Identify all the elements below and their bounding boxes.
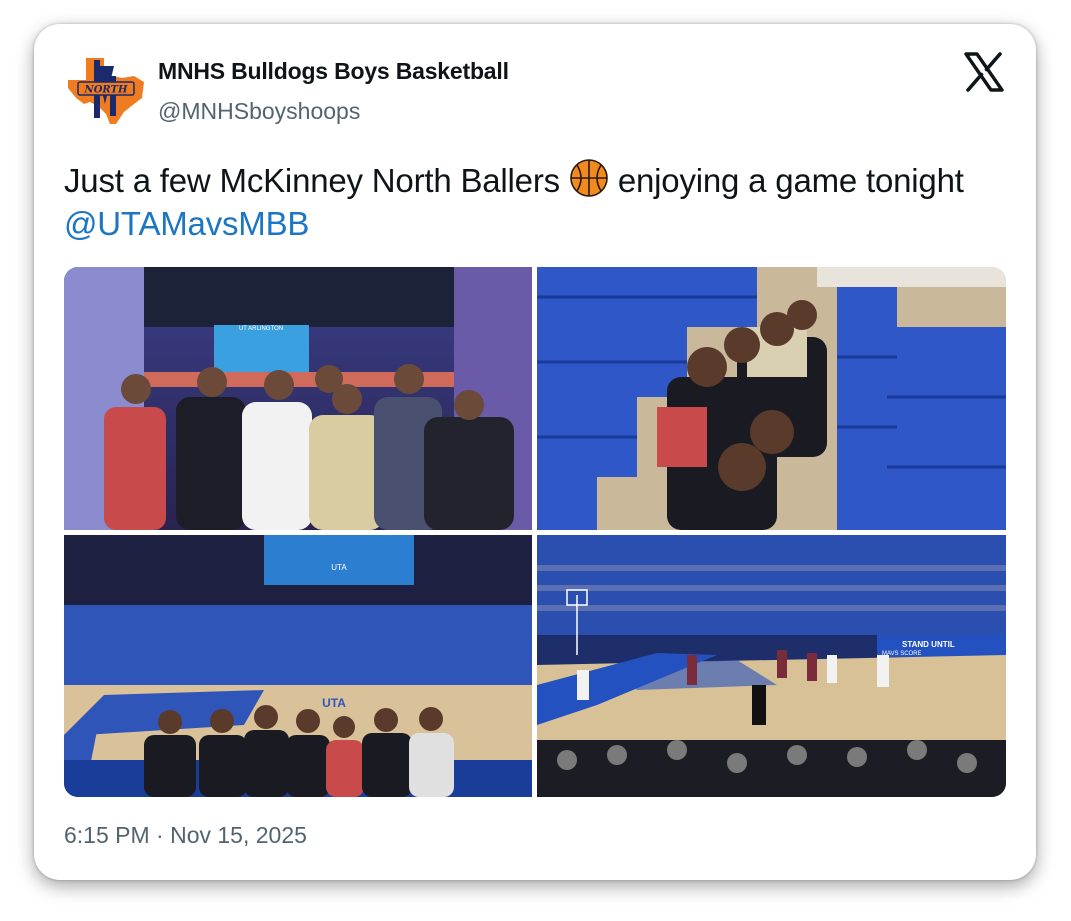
tweet-timestamp[interactable]: 6:15 PM · Nov 15, 2025	[64, 822, 307, 849]
photo3-floor-text: UTA	[322, 696, 346, 710]
photo-group-courtside[interactable]: UTA UTA	[64, 535, 532, 797]
basketball-emoji-icon	[569, 158, 609, 198]
photo4-banner-text: STAND UNTIL	[902, 640, 955, 649]
display-name[interactable]: MNHS Bulldogs Boys Basketball	[158, 58, 509, 85]
photo-seated-fans[interactable]	[537, 267, 1006, 530]
texas-north-logo-icon: NORTH	[68, 58, 144, 124]
tweet-text-part2: enjoying a game tonight	[608, 162, 964, 199]
user-handle[interactable]: @MNHSboyshoops	[158, 98, 360, 125]
tweet-text-part1: Just a few McKinney North Ballers	[64, 162, 569, 199]
x-logo-icon[interactable]	[962, 50, 1006, 94]
photo1-scoreboard-text: UT ARLINGTON	[239, 326, 283, 332]
avatar[interactable]: NORTH	[64, 54, 146, 126]
mention-link[interactable]: @UTAMavsMBB	[64, 205, 309, 242]
photo-game-action[interactable]: STAND UNTIL MAVS SCORE	[537, 535, 1006, 797]
photo3-scoreboard-text: UTA	[331, 563, 347, 572]
tweet-card: NORTH MNHS Bulldogs Boys Basketball @MNH…	[34, 24, 1036, 880]
media-grid: UT ARLINGTON UTA UTA STAND UNTIL MAVS SC…	[64, 267, 1006, 797]
avatar-logo-text: NORTH	[84, 85, 128, 96]
photo-group-concourse[interactable]: UT ARLINGTON	[64, 267, 532, 530]
tweet-text: Just a few McKinney North Ballers enjoyi…	[64, 158, 1004, 245]
